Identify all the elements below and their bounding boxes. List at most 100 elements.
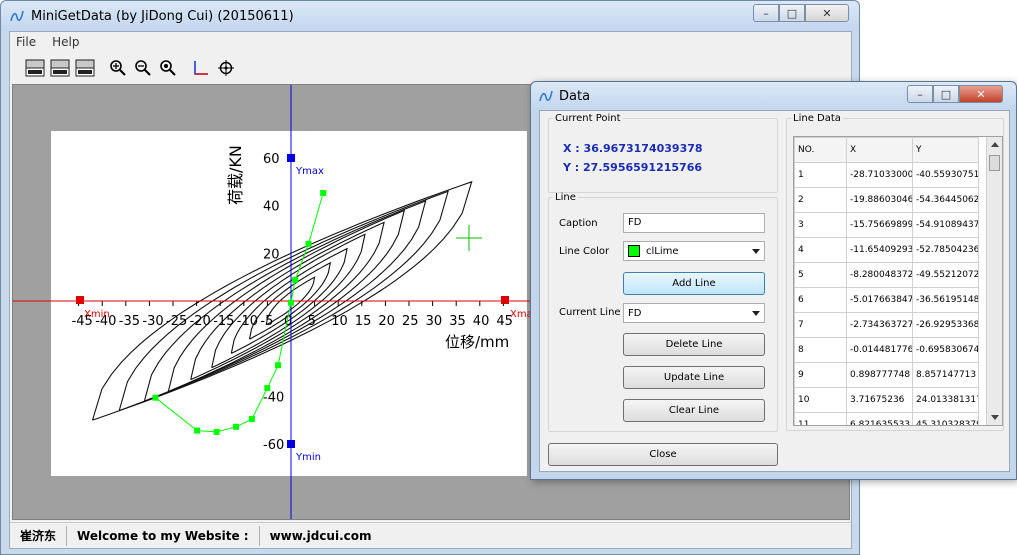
table-row[interactable]: 4 -11.654092931 -52.785042363: [794, 237, 979, 263]
table-row[interactable]: 7 -2.734363727 -26.929533685: [794, 312, 979, 338]
digitized-point[interactable]: [305, 240, 312, 247]
table-row[interactable]: 1 -28.710330004 -40.559307519: [794, 162, 979, 188]
table-cell[interactable]: 2: [794, 187, 847, 213]
digitized-point[interactable]: [248, 416, 255, 423]
table-cell[interactable]: 8.857147713: [912, 362, 979, 388]
digitized-point[interactable]: [292, 276, 299, 283]
x-tick-label: 20: [378, 314, 395, 329]
update-line-button[interactable]: Update Line: [623, 366, 765, 389]
table-cell[interactable]: -49.552120725: [912, 262, 979, 288]
ymin-marker[interactable]: [287, 440, 295, 448]
save-bmp-button[interactable]: [74, 57, 96, 79]
table-cell[interactable]: -54.364450625: [912, 187, 979, 213]
scroll-down-icon[interactable]: [991, 415, 999, 420]
line-color-select[interactable]: clLime: [623, 241, 765, 261]
column-header[interactable]: NO.: [794, 137, 847, 163]
column-header[interactable]: X: [846, 137, 913, 163]
scroll-thumb[interactable]: [989, 155, 1000, 171]
close-dialog-button[interactable]: Close: [548, 443, 778, 466]
dialog-titlebar[interactable]: Data – □ ✕: [531, 82, 1016, 110]
dialog-maximize-button[interactable]: □: [933, 85, 959, 103]
table-cell[interactable]: 24.013381317: [912, 387, 979, 413]
table-cell[interactable]: -52.785042363: [912, 237, 979, 263]
table-cell[interactable]: -8.280048372: [846, 262, 913, 288]
digitized-point[interactable]: [152, 394, 159, 401]
digitized-point[interactable]: [233, 423, 239, 430]
pick-point-button[interactable]: [215, 57, 237, 79]
save-csv-button[interactable]: [49, 57, 71, 79]
add-line-button[interactable]: Add Line: [623, 272, 765, 295]
table-cell[interactable]: -54.910894372: [912, 212, 979, 238]
table-cell[interactable]: 6: [794, 287, 847, 313]
column-header[interactable]: Y: [912, 137, 979, 163]
table-cell[interactable]: 9: [794, 362, 847, 388]
table-cell[interactable]: 4: [794, 237, 847, 263]
table-cell[interactable]: 7: [794, 312, 847, 338]
scroll-up-icon[interactable]: [991, 142, 999, 147]
table-row[interactable]: 2 -19.886030464 -54.364450625: [794, 187, 979, 213]
current-line-value: FD: [628, 307, 642, 319]
zoom-fit-button[interactable]: [157, 57, 179, 79]
table-cell[interactable]: -36.561951489: [912, 287, 979, 313]
xmin-marker[interactable]: [76, 296, 84, 304]
table-cell[interactable]: -0.014481776: [846, 337, 913, 363]
table-cell[interactable]: 8: [794, 337, 847, 363]
line-data-grid[interactable]: NO. X Y 1 -28.710330004 -40.559307519 2 -19.886…: [793, 136, 1003, 426]
status-website-link[interactable]: www.jdcui.com: [260, 526, 382, 546]
digitized-point[interactable]: [213, 428, 220, 435]
y-tick-label: 40: [263, 200, 280, 215]
minimize-button[interactable]: –: [753, 4, 779, 22]
table-row[interactable]: 11 6.821635533 45.310328379: [794, 412, 979, 425]
table-row[interactable]: 10 3.71675236 24.013381317: [794, 387, 979, 413]
x-tick-label: 40: [473, 314, 490, 329]
table-cell[interactable]: -5.017663847: [846, 287, 913, 313]
menu-help[interactable]: Help: [52, 35, 79, 49]
maximize-button[interactable]: □: [779, 4, 805, 22]
menu-file[interactable]: File: [16, 35, 36, 49]
table-cell[interactable]: 1: [794, 162, 847, 188]
caption-input[interactable]: FD: [623, 213, 765, 233]
delete-line-button[interactable]: Delete Line: [623, 333, 765, 356]
digitized-point[interactable]: [275, 362, 282, 369]
table-cell[interactable]: 3.71675236: [846, 387, 913, 413]
table-row[interactable]: 9 0.898777748 8.857147713: [794, 362, 979, 388]
x-tick-label: 5: [308, 314, 316, 329]
table-cell[interactable]: -0.695830674: [912, 337, 979, 363]
table-cell[interactable]: -19.886030464: [846, 187, 913, 213]
table-cell[interactable]: -11.654092931: [846, 237, 913, 263]
digitized-point[interactable]: [320, 190, 327, 196]
table-cell[interactable]: 10: [794, 387, 847, 413]
zoom-in-button[interactable]: [107, 57, 129, 79]
xmax-marker[interactable]: [501, 296, 509, 304]
zoom-out-button[interactable]: [132, 57, 154, 79]
table-cell[interactable]: -2.734363727: [846, 312, 913, 338]
table-cell[interactable]: 5: [794, 262, 847, 288]
digitized-point[interactable]: [264, 385, 271, 392]
xmin-label: Xmin: [84, 309, 110, 320]
table-row[interactable]: 5 -8.280048372 -49.552120725: [794, 262, 979, 288]
digitized-point[interactable]: [194, 427, 201, 434]
table-cell[interactable]: -26.929533685: [912, 312, 979, 338]
dialog-close-button[interactable]: ✕: [959, 85, 1003, 103]
table-cell[interactable]: -15.756698998: [846, 212, 913, 238]
dialog-minimize-button[interactable]: –: [907, 85, 933, 103]
main-titlebar[interactable]: MiniGetData (by JiDong Cui) (20150611) –…: [1, 1, 859, 31]
grid-scrollbar[interactable]: [986, 137, 1002, 425]
table-row[interactable]: 3 -15.756698998 -54.910894372: [794, 212, 979, 238]
clear-line-button[interactable]: Clear Line: [623, 399, 765, 422]
ymax-marker[interactable]: [287, 154, 295, 162]
table-cell[interactable]: 11: [794, 412, 847, 425]
table-row[interactable]: 6 -5.017663847 -36.561951489: [794, 287, 979, 313]
table-cell[interactable]: 45.310328379: [912, 412, 979, 425]
close-button[interactable]: ✕: [805, 4, 849, 22]
current-line-select[interactable]: FD: [623, 303, 765, 323]
set-axis-button[interactable]: [190, 57, 212, 79]
table-cell[interactable]: -40.559307519: [912, 162, 979, 188]
digitized-point[interactable]: [287, 299, 294, 306]
table-cell[interactable]: -28.710330004: [846, 162, 913, 188]
table-cell[interactable]: 0.898777748: [846, 362, 913, 388]
table-cell[interactable]: 3: [794, 212, 847, 238]
table-cell[interactable]: 6.821635533: [846, 412, 913, 425]
table-row[interactable]: 8 -0.014481776 -0.695830674: [794, 337, 979, 363]
open-bmp-button[interactable]: [24, 57, 46, 79]
